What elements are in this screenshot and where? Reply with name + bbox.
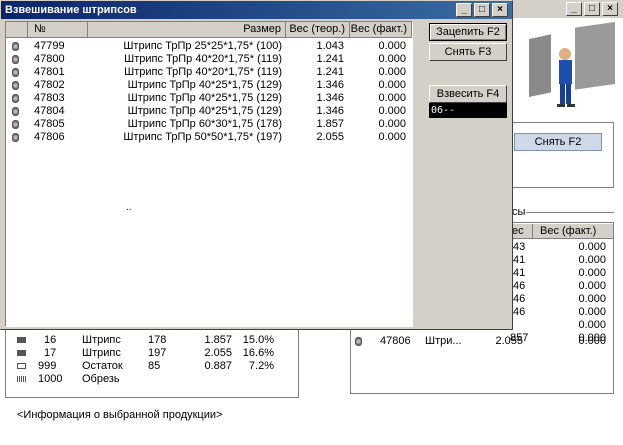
rod-icon bbox=[355, 337, 362, 346]
bg-close-button[interactable]: × bbox=[602, 2, 618, 16]
table-ellipsis: .. bbox=[126, 202, 132, 213]
rod-icon bbox=[12, 42, 19, 51]
bg-right-group-label: сы bbox=[512, 206, 526, 218]
bg-action-panel bbox=[510, 122, 614, 188]
rod-icon bbox=[12, 94, 19, 103]
bg-right-header-fact: Вес (факт.) bbox=[540, 225, 597, 237]
rod-icon bbox=[12, 68, 19, 77]
column-header-theor-weight[interactable]: Вес (теор.) bbox=[286, 22, 350, 38]
table-row[interactable]: 47803 Штрипс ТрПр 40*25*1,75 (129) 1.346… bbox=[6, 92, 412, 105]
product-info-text: <Информация о выбранной продукции> bbox=[17, 409, 223, 421]
bg-right-header-ves: ес bbox=[512, 225, 524, 237]
column-header-size[interactable]: Размер bbox=[88, 22, 286, 38]
table-row[interactable]: 47802 Штрипс ТрПр 40*25*1,75 (129) 1.346… bbox=[6, 79, 412, 92]
table-row[interactable]: 47801 Штрипс ТрПр 40*20*1,75* (119) 1.24… bbox=[6, 66, 412, 79]
weigh-button[interactable]: Взвесить F4 bbox=[429, 85, 507, 103]
dialog-minimize-button[interactable]: _ bbox=[456, 3, 472, 17]
remove-button[interactable]: Снять F3 bbox=[429, 43, 507, 61]
list-item[interactable]: 999 Остаток 85 0.887 7.2% bbox=[6, 360, 298, 373]
dialog-titlebar: Взвешивание штрипсов bbox=[1, 1, 512, 19]
column-header-fact-weight[interactable]: Вес (факт.) bbox=[350, 22, 412, 38]
bg-minimize-button[interactable]: _ bbox=[566, 2, 582, 16]
rod-icon bbox=[12, 81, 19, 90]
dialog-title: Взвешивание штрипсов bbox=[5, 4, 137, 16]
table-row[interactable]: 47800 Штрипс ТрПр 40*20*1,75* (119) 1.24… bbox=[6, 53, 412, 66]
bg-remove-button[interactable]: Снять F2 bbox=[514, 133, 602, 151]
rod-icon bbox=[12, 120, 19, 129]
hook-button[interactable]: Зацепить F2 bbox=[429, 23, 507, 41]
bg-right-header: ес Вес (факт.) bbox=[510, 224, 613, 239]
scale-weight-display: 06-- bbox=[429, 103, 507, 118]
rod-icon bbox=[12, 133, 19, 142]
table-header: № Размер Вес (теор.) Вес (факт.) bbox=[6, 22, 412, 38]
bg-maximize-button[interactable]: □ bbox=[584, 2, 600, 16]
list-item[interactable]: 17 Штрипс 197 2.055 16.6% bbox=[6, 347, 298, 360]
table-row[interactable]: 47806 Штрипс ТрПр 50*50*1,75* (197) 2.05… bbox=[6, 131, 412, 144]
table-row[interactable]: 47806 Штри... 2.055 0.000 bbox=[352, 335, 610, 348]
column-header-number[interactable]: № bbox=[28, 22, 88, 38]
table-row[interactable]: 47804 Штрипс ТрПр 40*25*1,75 (129) 1.346… bbox=[6, 105, 412, 118]
weighing-dialog: Взвешивание штрипсов _ □ × № Размер Вес … bbox=[0, 0, 513, 330]
table-row[interactable]: 47805 Штрипс ТрПр 60*30*1,75 (178) 1.857… bbox=[6, 118, 412, 131]
strips-table[interactable]: № Размер Вес (теор.) Вес (факт.) 47799 Ш… bbox=[5, 21, 413, 327]
rod-icon bbox=[12, 107, 19, 116]
bg-right-groupline bbox=[526, 212, 614, 213]
list-item[interactable]: 1000 Обрезь bbox=[6, 373, 298, 386]
dialog-close-button[interactable]: × bbox=[492, 3, 508, 17]
list-item[interactable]: 16 Штрипс 178 1.857 15.0% bbox=[6, 334, 298, 347]
rod-icon bbox=[12, 55, 19, 64]
worker-illustration bbox=[515, 21, 620, 117]
dialog-maximize-button[interactable]: □ bbox=[474, 3, 490, 17]
table-row[interactable]: 47799 Штрипс ТрПр 25*25*1,75* (100) 1.04… bbox=[6, 40, 412, 53]
